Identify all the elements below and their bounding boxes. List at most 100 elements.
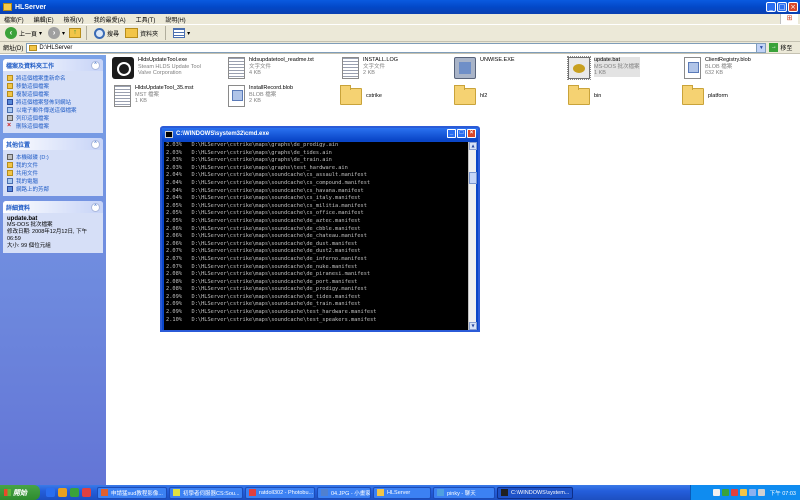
app-icon [101,489,108,496]
file-meta: 632 KB [705,70,724,76]
taskbar-button-label: 初學者伺服器CS:Sou... [183,490,240,497]
address-field[interactable]: D:\HLServer ▼ [26,42,767,53]
scroll-thumb[interactable] [469,172,477,184]
task-print[interactable]: 列印這個檔案 [7,114,99,122]
back-button[interactable]: ‹ 上一頁 ▾ [3,26,44,40]
menu-favorites[interactable]: 我的最愛(A) [94,15,126,24]
place-network[interactable]: 網路上的芳鄰 [7,185,99,193]
app-icon [377,489,384,496]
file-name: HldsUpdateTool_35.mst [135,85,194,91]
taskbar-button[interactable]: pinky - 聊天 [433,486,495,499]
taskbar-button[interactable]: 申請猛sud教程影像... [97,486,167,499]
details-modified: 修改日期: 2008年12月12日, 下午 06:59 [7,229,88,242]
menu-view[interactable]: 檢視(V) [64,15,84,24]
address-dropdown[interactable]: ▼ [756,43,766,52]
quick-launch [46,488,91,497]
forward-button[interactable]: › ▾ [46,26,67,40]
tasks-panel-header[interactable]: 檔案及資料夾工作 ⌃ [3,59,103,71]
collapse-icon[interactable]: ⌃ [91,139,100,149]
cmd-titlebar[interactable]: C:\WINDOWS\system32\cmd.exe _ □ × [162,128,478,140]
scroll-down-icon[interactable]: ▼ [469,322,477,330]
desktop-icon[interactable] [70,488,79,497]
collapse-icon[interactable]: ⌃ [91,60,100,70]
folder-icon [29,44,38,51]
scroll-up-icon[interactable]: ▲ [469,142,477,150]
file-item[interactable]: INSTALL.LOG 文字文件 2 KB [340,57,460,79]
ie-icon[interactable] [46,488,55,497]
place-my-computer[interactable]: 我的電腦 [7,177,99,185]
file-item[interactable]: hldsupdatetool_readme.txt 文字文件 4 KB [226,57,346,79]
app-icon[interactable] [82,488,91,497]
file-item[interactable]: HldsUpdateTool_35.mst MST 檔案 1 KB [112,85,232,107]
details-panel-header[interactable]: 詳細資料 ⌃ [3,201,103,213]
task-email[interactable]: 以電子郵件傳送這個檔案 [7,106,99,114]
place-my-documents[interactable]: 我的文件 [7,161,99,169]
go-button[interactable]: → 移至 [769,43,792,52]
task-rename[interactable]: 將這個檔案重新命名 [7,74,99,82]
chevron-down-icon[interactable]: ▾ [39,30,42,37]
places-panel-header[interactable]: 其他位置 ⌃ [3,138,103,150]
cmd-maximize-button[interactable]: □ [457,129,466,138]
file-item[interactable]: ClientRegistry.blob BLOB 檔案 632 KB [682,57,800,79]
places-panel-title: 其他位置 [6,142,31,149]
task-delete[interactable]: × 刪除這個檔案 [7,122,99,130]
menu-file[interactable]: 檔案(F) [4,15,24,24]
search-button[interactable]: 搜尋 [92,27,121,40]
taskbar-button[interactable]: C:\WINDOWS\system... [497,486,573,499]
media-icon[interactable] [58,488,67,497]
file-item[interactable]: UNWISE.EXE [454,57,574,79]
console-line: 2.08% D:\HLServer\cstrike\maps\soundcach… [166,278,358,285]
chevron-down-icon[interactable]: ▾ [62,30,65,37]
tray-icon[interactable] [748,489,756,496]
file-item[interactable]: hl2 [454,85,574,105]
folders-label: 資料夾 [140,31,159,38]
go-arrow-icon: → [769,43,779,52]
cmd-close-button[interactable]: × [467,129,476,138]
place-shared-documents[interactable]: 共用文件 [7,169,99,177]
cmd-window[interactable]: C:\WINDOWS\system32\cmd.exe _ □ × 2.03% … [160,126,480,332]
file-item[interactable]: InstallRecord.blob BLOB 檔案 2 KB [226,85,346,107]
collapse-icon[interactable]: ⌃ [91,202,100,212]
file-item[interactable]: platform [682,85,800,105]
toolbar: ‹ 上一頁 ▾ › ▾ ↑ 搜尋 資料夾 ▾ [0,24,800,42]
console-line: 2.04% D:\HLServer\cstrike\maps\soundcach… [166,179,371,186]
menu-edit[interactable]: 編輯(E) [34,15,54,24]
folder-icon [682,85,704,105]
minimize-button[interactable]: _ [766,2,776,12]
file-item[interactable]: HldsUpdateTool.exe Steam HLDS Update Tool… [112,57,232,79]
taskbar-button[interactable]: 初學者伺服器CS:Sou... [169,486,243,499]
menu-help[interactable]: 說明(H) [165,15,185,24]
folder-icon [340,85,362,105]
folder-up-icon[interactable]: ↑ [69,28,82,38]
tray-icon[interactable] [739,489,747,496]
task-publish[interactable]: 將這個檔案發佈到網站 [7,98,99,106]
cmd-scrollbar[interactable]: ▲ ▼ [468,142,477,330]
cmd-output[interactable]: 2.03% D:\HLServer\cstrike\maps\graphs\de… [164,142,470,330]
views-button[interactable]: ▾ [171,27,192,39]
tray-icon[interactable] [712,489,720,496]
file-name: INSTALL.LOG [363,57,399,63]
cmd-window-controls: _ □ × [447,129,476,138]
volume-icon[interactable] [757,489,765,496]
clock[interactable]: 下午 07:03 [770,489,796,497]
taskbar-button[interactable]: ratdoll302 - Photobu... [245,486,315,499]
tray-icon[interactable] [730,489,738,496]
task-move[interactable]: 移動這個檔案 [7,82,99,90]
copy-icon [7,91,13,97]
address-value[interactable]: D:\HLServer [39,45,72,51]
tray-icon[interactable] [721,489,729,496]
start-button[interactable]: 開始 [0,485,40,500]
console-line: 2.03% D:\HLServer\cstrike\maps\graphs\de… [166,149,332,156]
menu-tools[interactable]: 工具(T) [136,15,156,24]
cmd-minimize-button[interactable]: _ [447,129,456,138]
file-item[interactable]: update.bat MS-DOS 批次檔案 1 KB [567,56,688,80]
taskbar-button[interactable]: 04.JPG - 小畫家 [317,486,371,499]
file-item[interactable]: cstrike [340,85,460,105]
file-item[interactable]: bin [568,85,688,105]
taskbar-button[interactable]: HLServer [373,486,431,499]
folders-button[interactable]: 資料夾 [123,27,160,39]
place-local-disk[interactable]: 本機磁碟 (D:) [7,153,99,161]
maximize-button[interactable]: □ [777,2,787,12]
task-copy[interactable]: 複製這個檔案 [7,90,99,98]
close-button[interactable]: × [788,2,798,12]
